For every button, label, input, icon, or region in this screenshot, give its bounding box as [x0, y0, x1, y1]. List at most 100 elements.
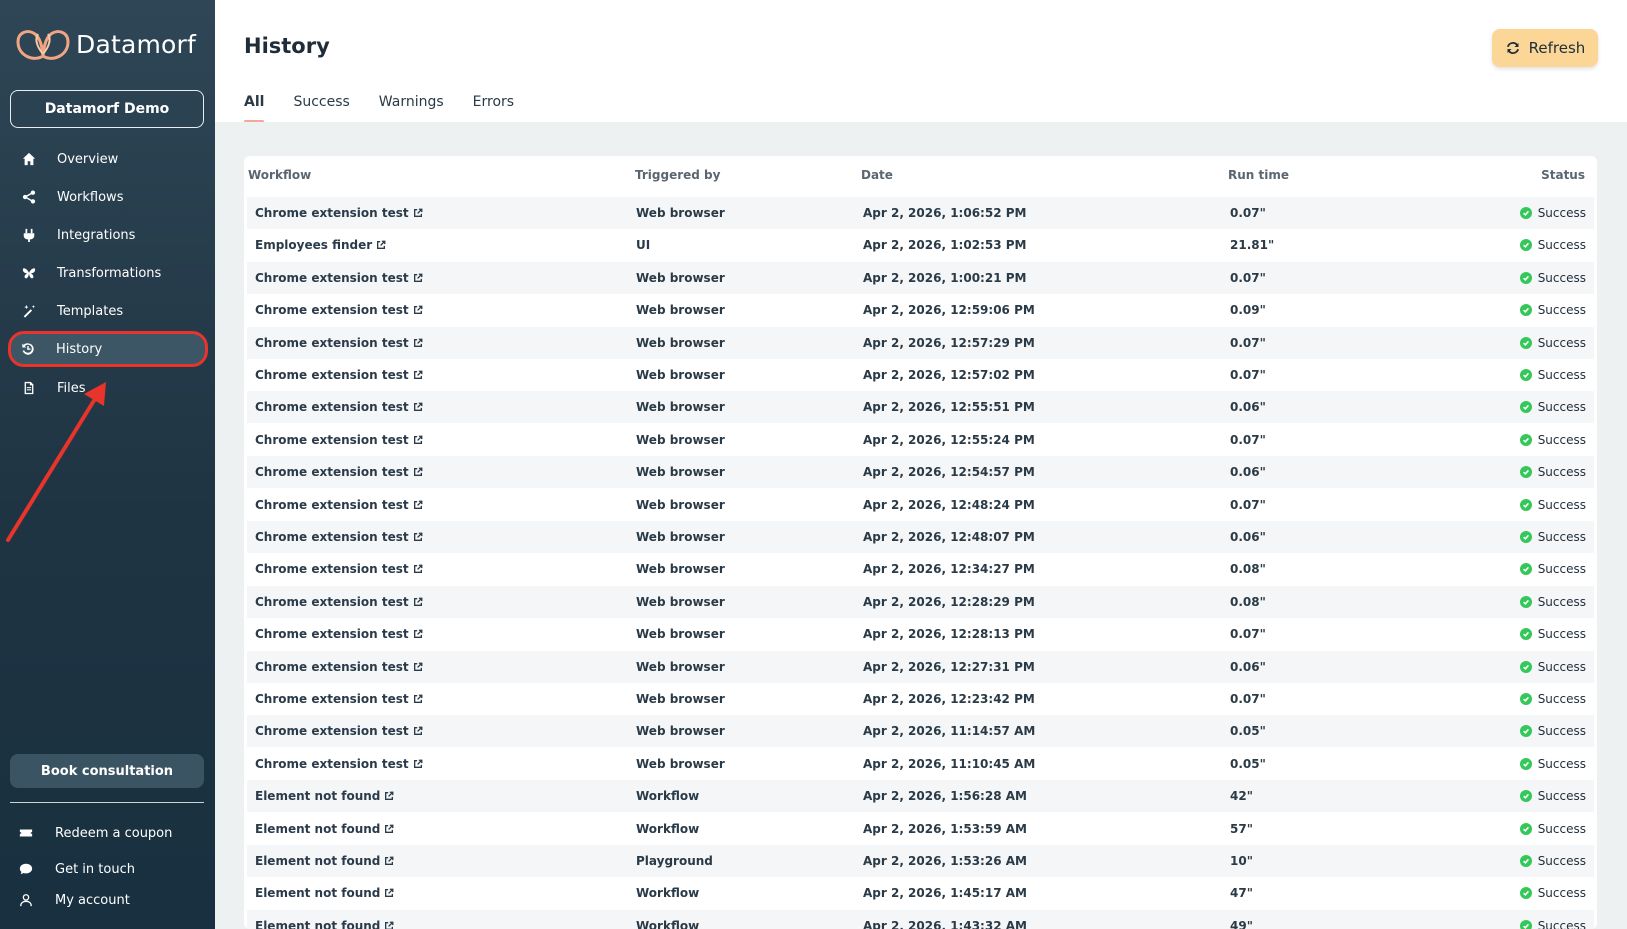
table-row[interactable]: Chrome extension test Web browser Apr 2, 2…	[247, 748, 1594, 780]
workflow-link[interactable]: Chrome extension test	[255, 562, 423, 576]
tab-errors[interactable]: Errors	[473, 94, 514, 124]
external-link-icon[interactable]	[413, 759, 423, 769]
header-workflow[interactable]: Workflow	[248, 168, 311, 182]
workflow-link[interactable]: Employees finder	[255, 238, 386, 252]
table-row[interactable]: Chrome extension test Web browser Apr 2, 2…	[247, 424, 1594, 456]
sidebar-item-overview[interactable]: Overview	[10, 142, 207, 176]
workflow-link[interactable]: Chrome extension test	[255, 595, 423, 609]
table-row[interactable]: Chrome extension test Web browser Apr 2, 2…	[247, 359, 1594, 391]
external-link-icon[interactable]	[384, 791, 394, 801]
external-link-icon[interactable]	[384, 856, 394, 866]
workflow-link[interactable]: Element not found	[255, 919, 394, 929]
sidebar-item-templates[interactable]: Templates	[10, 294, 207, 328]
workflow-link[interactable]: Chrome extension test	[255, 530, 423, 544]
workflow-name[interactable]: Chrome extension test	[255, 660, 409, 674]
workflow-name[interactable]: Chrome extension test	[255, 627, 409, 641]
external-link-icon[interactable]	[413, 370, 423, 380]
workflow-link[interactable]: Chrome extension test	[255, 400, 423, 414]
workflow-name[interactable]: Chrome extension test	[255, 498, 409, 512]
tab-warnings[interactable]: Warnings	[379, 94, 444, 124]
external-link-icon[interactable]	[413, 208, 423, 218]
get-in-touch-link[interactable]: Get in touch	[10, 856, 207, 882]
workflow-link[interactable]: Chrome extension test	[255, 303, 423, 317]
external-link-icon[interactable]	[413, 662, 423, 672]
workflow-name[interactable]: Chrome extension test	[255, 368, 409, 382]
header-date[interactable]: Date	[861, 168, 893, 182]
workflow-link[interactable]: Chrome extension test	[255, 757, 423, 771]
workflow-name[interactable]: Chrome extension test	[255, 206, 409, 220]
header-triggered-by[interactable]: Triggered by	[635, 168, 720, 182]
table-row[interactable]: Chrome extension test Web browser Apr 2, 2…	[247, 489, 1594, 521]
logo[interactable]: Datamorf	[14, 26, 196, 62]
table-row[interactable]: Element not found Workflow Apr 2, 2026, 1:…	[247, 877, 1594, 909]
external-link-icon[interactable]	[413, 629, 423, 639]
table-row[interactable]: Chrome extension test Web browser Apr 2, 2…	[247, 197, 1594, 229]
workflow-name[interactable]: Chrome extension test	[255, 530, 409, 544]
external-link-icon[interactable]	[413, 500, 423, 510]
book-consultation-button[interactable]: Book consultation	[10, 754, 204, 788]
sidebar-item-integrations[interactable]: Integrations	[10, 218, 207, 252]
external-link-icon[interactable]	[413, 338, 423, 348]
external-link-icon[interactable]	[384, 888, 394, 898]
tab-success[interactable]: Success	[293, 94, 349, 124]
refresh-button[interactable]: Refresh	[1492, 29, 1598, 67]
external-link-icon[interactable]	[384, 921, 394, 929]
workflow-link[interactable]: Element not found	[255, 886, 394, 900]
header-status[interactable]: Status	[1541, 168, 1585, 182]
workflow-link[interactable]: Chrome extension test	[255, 368, 423, 382]
workflow-name[interactable]: Chrome extension test	[255, 757, 409, 771]
workflow-link[interactable]: Chrome extension test	[255, 336, 423, 350]
workflow-name[interactable]: Chrome extension test	[255, 465, 409, 479]
table-row[interactable]: Element not found Workflow Apr 2, 2026, 1:…	[247, 813, 1594, 845]
table-row[interactable]: Chrome extension test Web browser Apr 2, 2…	[247, 683, 1594, 715]
workflow-name[interactable]: Element not found	[255, 822, 380, 836]
table-row[interactable]: Chrome extension test Web browser Apr 2, 2…	[247, 294, 1594, 326]
workflow-link[interactable]: Chrome extension test	[255, 271, 423, 285]
workflow-link[interactable]: Chrome extension test	[255, 465, 423, 479]
workflow-link[interactable]: Element not found	[255, 789, 394, 803]
workflow-name[interactable]: Chrome extension test	[255, 724, 409, 738]
workflow-name[interactable]: Chrome extension test	[255, 692, 409, 706]
workflow-name[interactable]: Element not found	[255, 789, 380, 803]
external-link-icon[interactable]	[384, 824, 394, 834]
external-link-icon[interactable]	[413, 305, 423, 315]
table-row[interactable]: Element not found Workflow Apr 2, 2026, 1:…	[247, 780, 1594, 813]
table-row[interactable]: Chrome extension test Web browser Apr 2, 2…	[247, 618, 1594, 650]
table-row[interactable]: Chrome extension test Web browser Apr 2, 2…	[247, 326, 1594, 359]
sidebar-item-files[interactable]: Files	[10, 371, 207, 405]
table-row[interactable]: Element not found Playground Apr 2, 2026, …	[247, 845, 1594, 877]
workflow-name[interactable]: Chrome extension test	[255, 595, 409, 609]
external-link-icon[interactable]	[413, 564, 423, 574]
table-row[interactable]: Chrome extension test Web browser Apr 2, 2…	[247, 585, 1594, 618]
table-row[interactable]: Chrome extension test Web browser Apr 2, 2…	[247, 553, 1594, 585]
tab-all[interactable]: All	[244, 94, 265, 124]
external-link-icon[interactable]	[413, 532, 423, 542]
sidebar-item-workflows[interactable]: Workflows	[10, 180, 207, 214]
workflow-name[interactable]: Chrome extension test	[255, 562, 409, 576]
external-link-icon[interactable]	[413, 597, 423, 607]
workflow-link[interactable]: Element not found	[255, 822, 394, 836]
table-row[interactable]: Chrome extension test Web browser Apr 2, 2…	[247, 391, 1594, 424]
workflow-link[interactable]: Chrome extension test	[255, 433, 423, 447]
workflow-name[interactable]: Element not found	[255, 854, 380, 868]
external-link-icon[interactable]	[413, 402, 423, 412]
workflow-name[interactable]: Chrome extension test	[255, 400, 409, 414]
workflow-name[interactable]: Element not found	[255, 886, 380, 900]
table-row[interactable]: Chrome extension test Web browser Apr 2, 2…	[247, 261, 1594, 294]
workflow-name[interactable]: Chrome extension test	[255, 303, 409, 317]
external-link-icon[interactable]	[413, 694, 423, 704]
my-account-link[interactable]: My account	[10, 887, 207, 913]
external-link-icon[interactable]	[413, 467, 423, 477]
redeem-coupon-link[interactable]: Redeem a coupon	[10, 820, 207, 846]
external-link-icon[interactable]	[413, 273, 423, 283]
workflow-name[interactable]: Employees finder	[255, 238, 372, 252]
workflow-link[interactable]: Chrome extension test	[255, 724, 423, 738]
sidebar-item-transformations[interactable]: Transformations	[10, 256, 207, 290]
workflow-link[interactable]: Chrome extension test	[255, 627, 423, 641]
workflow-link[interactable]: Element not found	[255, 854, 394, 868]
workflow-name[interactable]: Chrome extension test	[255, 433, 409, 447]
workflow-link[interactable]: Chrome extension test	[255, 692, 423, 706]
table-row[interactable]: Chrome extension test Web browser Apr 2, 2…	[247, 650, 1594, 683]
workflow-name[interactable]: Chrome extension test	[255, 271, 409, 285]
org-switcher-button[interactable]: Datamorf Demo	[10, 90, 204, 128]
